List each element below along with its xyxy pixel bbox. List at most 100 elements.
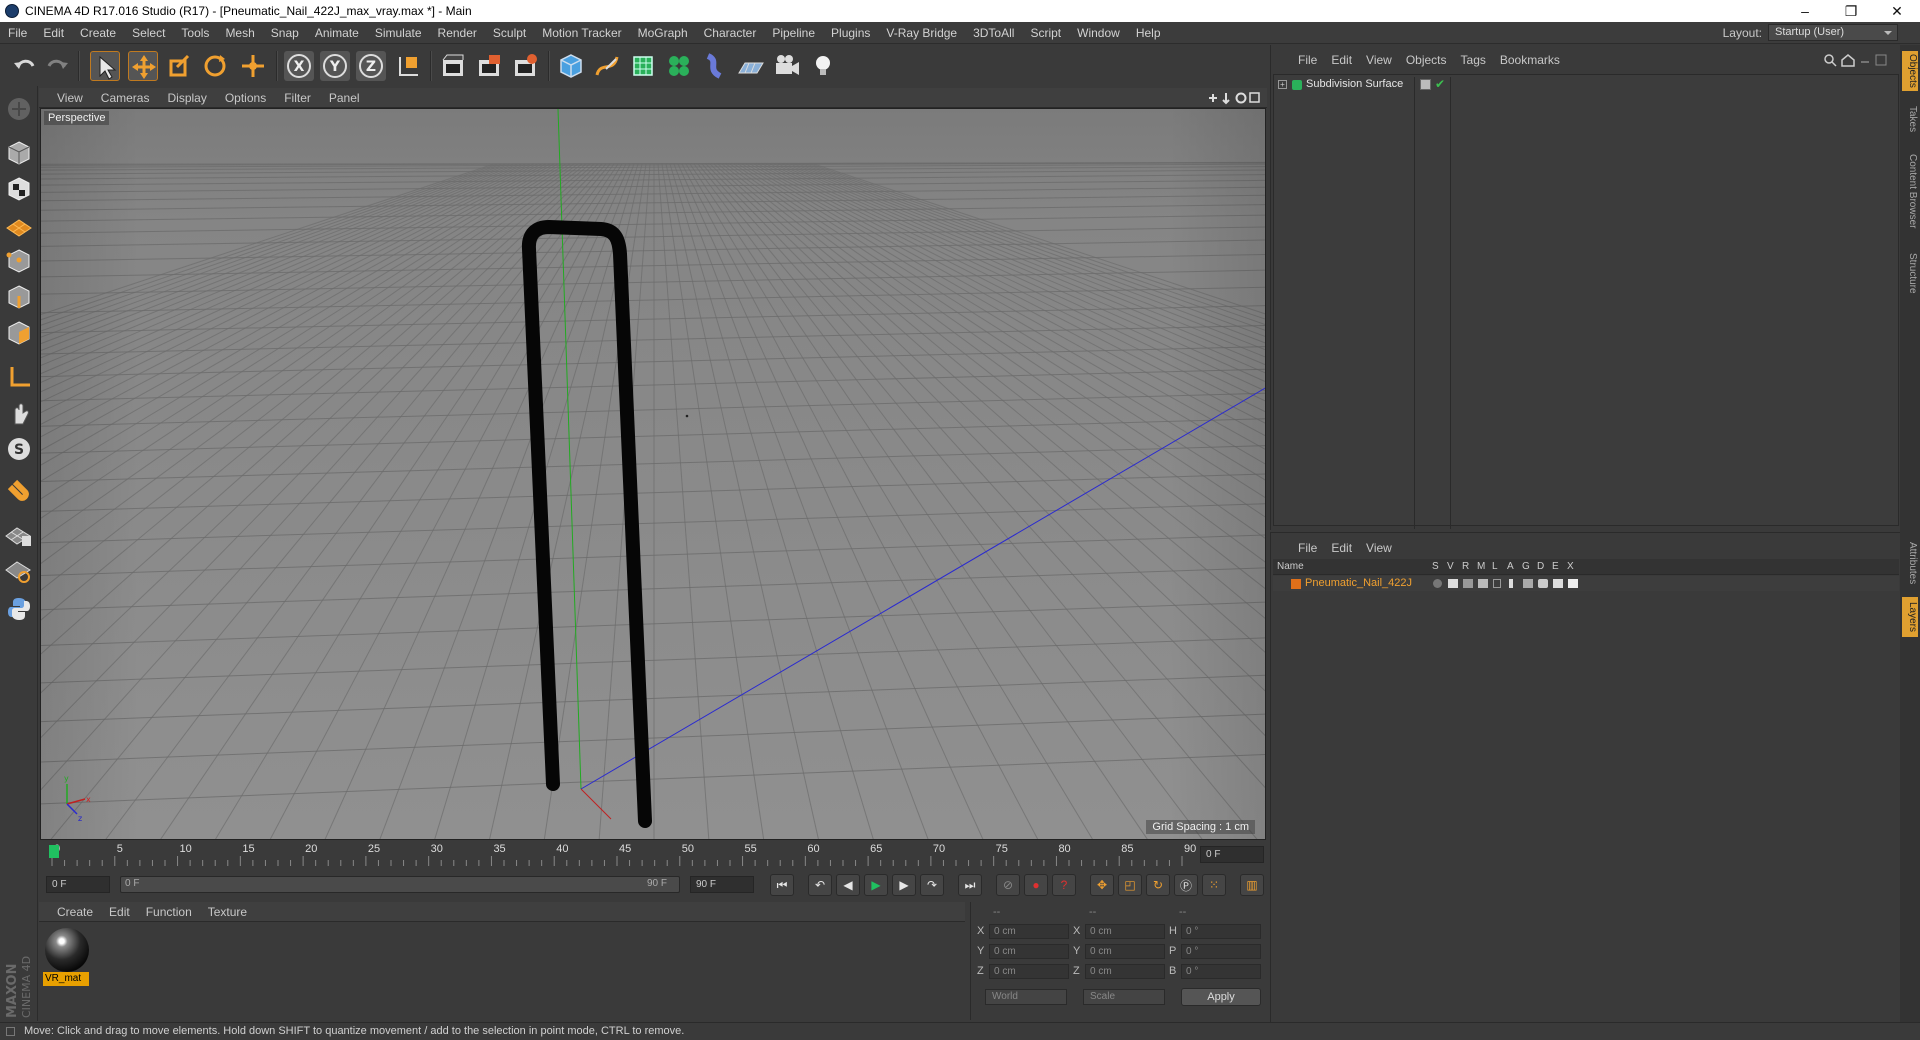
menu-character[interactable]: Character xyxy=(696,26,765,40)
axis-mode-icon[interactable] xyxy=(4,362,34,392)
end-frame-field[interactable]: 90 F xyxy=(690,876,754,893)
tab-objects[interactable]: Objects xyxy=(1902,51,1918,91)
coordinate-space-dropdown[interactable]: World xyxy=(985,989,1067,1005)
layer-solo-icon[interactable] xyxy=(1433,579,1442,588)
layer-manager-icon[interactable] xyxy=(1478,579,1488,588)
transform-tool-icon[interactable] xyxy=(238,51,268,81)
menu-plugins[interactable]: Plugins xyxy=(823,26,878,40)
layers-menu-view[interactable]: View xyxy=(1359,541,1399,555)
close-button[interactable]: ✕ xyxy=(1874,0,1920,22)
material-swatch[interactable]: VR_mat xyxy=(41,924,91,988)
layer-lock-icon[interactable] xyxy=(1493,579,1501,588)
menu-sculpt[interactable]: Sculpt xyxy=(485,26,534,40)
layer-row[interactable]: Pneumatic_Nail_422J xyxy=(1273,576,1899,591)
position-y-field[interactable]: 0 cm xyxy=(989,944,1069,959)
points-mode-icon[interactable] xyxy=(4,246,34,276)
tab-takes[interactable]: Takes xyxy=(1902,101,1918,137)
menu-create[interactable]: Create xyxy=(72,26,124,40)
menu-mograph[interactable]: MoGraph xyxy=(630,26,696,40)
rotation-b-field[interactable]: 0 ° xyxy=(1181,964,1261,979)
undo-icon[interactable] xyxy=(10,51,40,81)
layer-xrefs-icon[interactable] xyxy=(1568,579,1578,588)
size-y-field[interactable]: 0 cm xyxy=(1085,944,1165,959)
object-row[interactable]: + Subdivision Surface ✔ xyxy=(1274,77,1898,529)
frame-range-slider[interactable]: 0 F 90 F xyxy=(120,876,680,893)
material-menu-edit[interactable]: Edit xyxy=(101,905,138,919)
keyframe-selection-icon[interactable]: ⊘ xyxy=(996,874,1020,896)
subdivision-surface-icon[interactable] xyxy=(628,51,658,81)
menu-tools[interactable]: Tools xyxy=(173,26,217,40)
play-icon[interactable]: ▶ xyxy=(864,874,888,896)
layer-expressions-icon[interactable] xyxy=(1553,579,1563,588)
menu-3dtoall[interactable]: 3DToAll xyxy=(965,26,1022,40)
edges-mode-icon[interactable] xyxy=(4,282,34,312)
objects-menu-tags[interactable]: Tags xyxy=(1454,53,1493,67)
minimize-button[interactable]: – xyxy=(1782,0,1828,22)
scale-tool-icon[interactable] xyxy=(164,51,194,81)
select-arrow-icon[interactable] xyxy=(90,51,120,81)
menu-window[interactable]: Window xyxy=(1069,26,1128,40)
start-frame-field[interactable]: 0 F xyxy=(46,876,110,893)
viewport-menu-options[interactable]: Options xyxy=(216,91,275,105)
size-z-field[interactable]: 0 cm xyxy=(1085,964,1165,979)
layer-color-swatch[interactable] xyxy=(1291,579,1301,589)
playhead[interactable] xyxy=(49,845,59,858)
objects-menu-bookmarks[interactable]: Bookmarks xyxy=(1493,53,1567,67)
cube-primitive-icon[interactable] xyxy=(556,51,586,81)
objects-menu-objects[interactable]: Objects xyxy=(1399,53,1454,67)
visibility-toggle-icon[interactable] xyxy=(1420,79,1431,90)
autokeying-icon[interactable]: ? xyxy=(1052,874,1076,896)
layer-name[interactable]: Pneumatic_Nail_422J xyxy=(1305,577,1412,589)
material-menu-create[interactable]: Create xyxy=(39,905,101,919)
z-axis-lock-icon[interactable]: Z xyxy=(356,51,386,81)
viewport-menu-cameras[interactable]: Cameras xyxy=(92,91,159,105)
x-axis-lock-icon[interactable]: X xyxy=(284,51,314,81)
record-active-objects-icon[interactable]: ● xyxy=(1024,874,1048,896)
record-scale-icon[interactable]: ◰ xyxy=(1118,874,1142,896)
render-settings-icon[interactable] xyxy=(510,51,540,81)
menu-pipeline[interactable]: Pipeline xyxy=(764,26,823,40)
position-x-field[interactable]: 0 cm xyxy=(989,924,1069,939)
workplane-rotate-icon[interactable] xyxy=(4,556,34,586)
menu-simulate[interactable]: Simulate xyxy=(367,26,430,40)
previous-frame-icon[interactable]: ◀ xyxy=(836,874,860,896)
polygons-mode-icon[interactable] xyxy=(4,318,34,348)
layout-dropdown[interactable]: Startup (User) xyxy=(1768,24,1898,41)
y-axis-lock-icon[interactable]: Y xyxy=(320,51,350,81)
model-mode-icon[interactable] xyxy=(4,138,34,168)
menu-snap[interactable]: Snap xyxy=(263,26,307,40)
layer-generators-icon[interactable] xyxy=(1523,579,1533,588)
size-x-field[interactable]: 0 cm xyxy=(1085,924,1165,939)
viewport-menu-view[interactable]: View xyxy=(39,91,92,105)
perspective-viewport[interactable]: y x z Perspective Grid Spacing : 1 cm xyxy=(40,108,1266,840)
objects-menu-view[interactable]: View xyxy=(1359,53,1399,67)
expand-icon[interactable]: + xyxy=(1278,80,1287,89)
material-menu-function[interactable]: Function xyxy=(138,905,200,919)
next-frame-icon[interactable]: ▶ xyxy=(892,874,916,896)
workplane-mode-icon[interactable] xyxy=(4,210,34,240)
floor-icon[interactable] xyxy=(736,51,766,81)
menu-motion-tracker[interactable]: Motion Tracker xyxy=(534,26,629,40)
render-to-picture-viewer-icon[interactable] xyxy=(474,51,504,81)
menu-edit[interactable]: Edit xyxy=(35,26,72,40)
viewport-navigation-icons[interactable] xyxy=(1205,91,1261,105)
timeline-ruler[interactable]: 051015202530354045505560657075808590 0 F xyxy=(40,842,1266,868)
rotation-p-field[interactable]: 0 ° xyxy=(1181,944,1261,959)
material-menu-texture[interactable]: Texture xyxy=(200,905,255,919)
cloner-icon[interactable] xyxy=(664,51,694,81)
pen-spline-icon[interactable] xyxy=(592,51,622,81)
move-tool-icon[interactable] xyxy=(128,51,158,81)
next-key-icon[interactable]: ↷ xyxy=(920,874,944,896)
redo-icon[interactable] xyxy=(42,51,72,81)
objects-menu-file[interactable]: File xyxy=(1291,53,1324,67)
menu-mesh[interactable]: Mesh xyxy=(217,26,262,40)
record-position-icon[interactable]: ✥ xyxy=(1090,874,1114,896)
tab-layers[interactable]: Layers xyxy=(1902,597,1918,637)
menu-file[interactable]: File xyxy=(0,26,35,40)
rotate-tool-icon[interactable] xyxy=(200,51,230,81)
tab-structure[interactable]: Structure xyxy=(1902,245,1918,301)
record-rotation-icon[interactable]: ↻ xyxy=(1146,874,1170,896)
layer-visible-icon[interactable] xyxy=(1448,579,1458,588)
size-mode-dropdown[interactable]: Scale xyxy=(1083,989,1165,1005)
apply-button[interactable]: Apply xyxy=(1181,988,1261,1006)
